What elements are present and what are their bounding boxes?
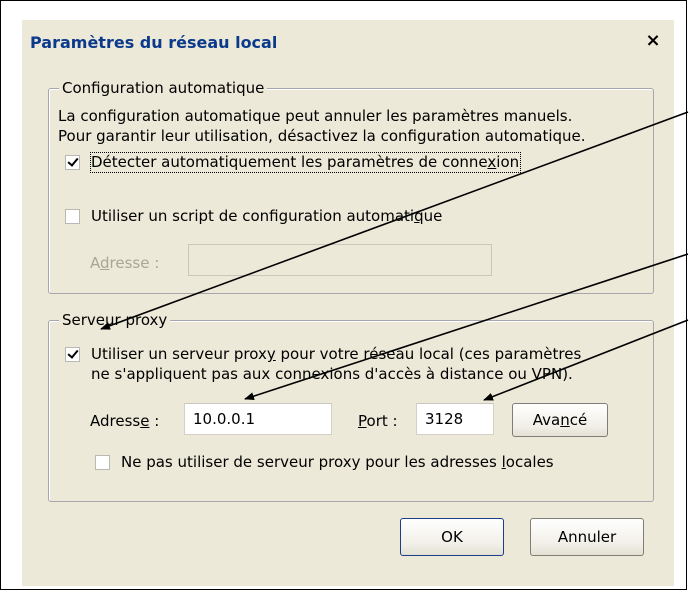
arrow-to-address [244,253,689,401]
annotation-arrows [100,111,689,401]
arrow-to-port [483,319,689,401]
arrow-to-use-proxy [100,111,689,330]
